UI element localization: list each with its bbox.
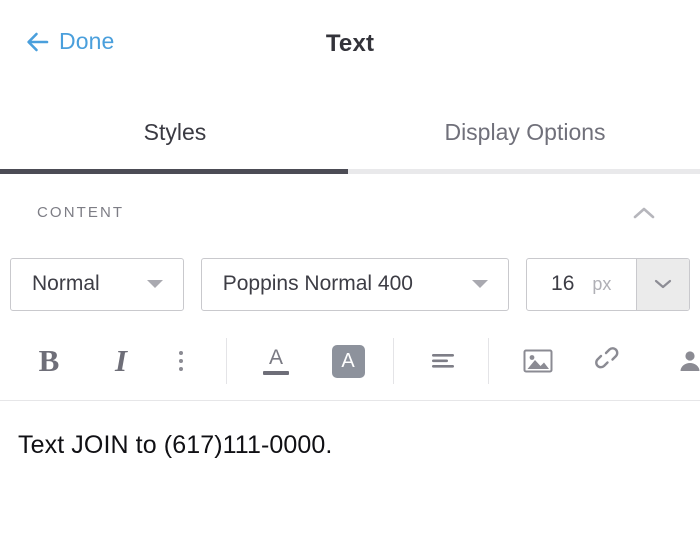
more-options-button[interactable] [158,338,204,384]
tab-styles[interactable]: Styles [0,92,350,180]
font-size-field[interactable]: 16 px [526,258,690,311]
highlight-color-icon: A [332,345,365,378]
tab-styles-label: Styles [144,119,207,146]
italic-button[interactable]: I [98,338,144,384]
paragraph-style-value: Normal [11,272,100,296]
person-icon [675,347,700,375]
chevron-up-icon[interactable] [631,204,657,222]
highlight-color-button[interactable]: A [325,338,371,384]
insert-personalization-button[interactable] [667,338,700,384]
page-title: Text [0,30,700,58]
editor-body-text[interactable]: Text JOIN to (617)111-0000. [18,431,700,460]
tab-display-options[interactable]: Display Options [350,92,700,180]
tab-active-indicator [0,169,348,174]
formatting-toolbar: B I A A [0,322,700,400]
font-size-unit: px [574,274,611,295]
text-settings-panel: Done Text Styles Display Options CONTENT… [0,0,700,550]
italic-label: I [115,343,127,379]
caret-down-icon [472,280,488,288]
toolbar-divider [226,338,227,384]
panel-header: Done Text [0,0,700,92]
insert-image-button[interactable] [515,338,561,384]
align-left-icon [428,349,458,373]
align-button[interactable] [420,338,466,384]
tab-bar: Styles Display Options [0,92,700,180]
text-controls-row: Normal Poppins Normal 400 16 px [0,246,700,322]
caret-down-icon [147,280,163,288]
toolbar-divider [393,338,394,384]
paragraph-style-select[interactable]: Normal [10,258,184,311]
bold-label: B [39,343,60,379]
tab-display-options-label: Display Options [444,119,605,146]
font-size-stepper-button[interactable] [636,259,689,310]
link-icon [594,346,626,376]
content-section-title: CONTENT [37,204,124,221]
text-editor-area[interactable]: Text JOIN to (617)111-0000. [0,401,700,550]
text-color-letter: A [269,347,283,368]
vertical-dots-icon [179,351,183,371]
content-section-header[interactable]: CONTENT [0,180,700,246]
chevron-down-icon [652,277,674,291]
image-icon [521,346,555,376]
font-size-value[interactable]: 16 [527,272,574,296]
toolbar-divider [488,338,489,384]
text-color-button[interactable]: A [253,338,299,384]
font-family-value: Poppins Normal 400 [202,272,413,296]
insert-link-button[interactable] [587,338,633,384]
text-color-icon: A [263,347,289,375]
font-family-select[interactable]: Poppins Normal 400 [201,258,509,311]
bold-button[interactable]: B [26,338,72,384]
highlight-color-letter: A [341,350,354,373]
